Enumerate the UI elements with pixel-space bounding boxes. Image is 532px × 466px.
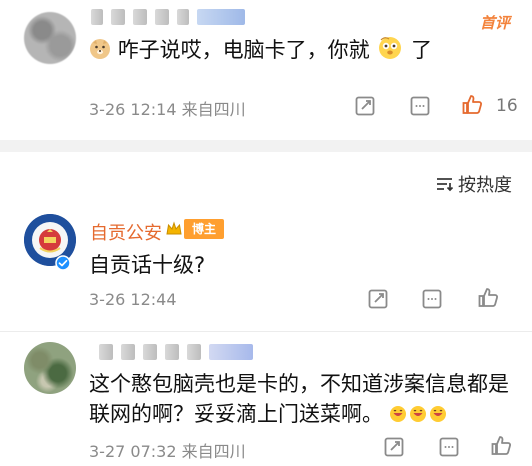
sort-button[interactable]: 按热度	[436, 171, 512, 197]
comment3-text-line2: 联网的啊？妥妥滴上门送菜啊。	[89, 402, 383, 426]
comment1-text-suffix: 了	[411, 38, 433, 62]
comment1-author-redacted	[91, 8, 245, 26]
comment1-text: 咋子说哎，电脑卡了，你就 了	[89, 34, 432, 70]
comment3-text-line2-wrap: 联网的啊？妥妥滴上门送菜啊。	[89, 399, 519, 429]
comment1-share-icon[interactable]	[354, 95, 376, 117]
comment1-meta: 3-26 12:14 来自四川	[89, 100, 246, 119]
comment2-share-icon[interactable]	[367, 288, 389, 310]
verified-icon	[55, 255, 71, 271]
crown-icon	[166, 221, 182, 235]
comment2-text: 自贡话十级?	[89, 253, 206, 277]
comment3-text-line1: 这个憨包脑壳也是卡的，不知道涉案信息都是	[89, 372, 509, 396]
thin-divider	[0, 331, 532, 332]
comment3-avatar[interactable]	[24, 342, 76, 394]
comment1-like-count: 16	[496, 96, 518, 116]
comment1-avatar[interactable]	[24, 12, 76, 64]
comment3-share-icon[interactable]	[383, 436, 405, 458]
comment3-author-redacted	[99, 343, 253, 361]
comment1-first-reply-tag: 首评	[479, 14, 510, 32]
sort-label: 按热度	[458, 175, 512, 196]
doge-emoji-icon	[89, 38, 111, 68]
comment2-like-icon[interactable]	[477, 286, 499, 308]
comment2-author[interactable]: 自贡公安	[90, 219, 162, 245]
comment3-like-icon[interactable]	[490, 434, 512, 456]
comment2-badge-label: 博主	[184, 219, 225, 239]
comment2-comment-icon[interactable]	[421, 288, 443, 310]
sort-icon	[437, 178, 454, 192]
comment1-comment-icon[interactable]	[409, 95, 431, 117]
comment3-text: 这个憨包脑壳也是卡的，不知道涉案信息都是 联网的啊？妥妥滴上门送菜啊。	[89, 369, 519, 429]
thinking-emoji-icon	[376, 34, 404, 70]
comment2-meta: 3-26 12:44	[89, 290, 177, 309]
comment2-badge: 博主	[164, 219, 225, 239]
section-divider	[0, 140, 532, 152]
comment1-like-icon[interactable]	[461, 93, 483, 115]
comment1-text-main: 咋子说哎，电脑卡了，你就	[117, 38, 370, 62]
comment-thread: 首评 咋子说哎，电脑卡了，你就 了 3-26 12:14 来自四川 16 按热度…	[0, 0, 532, 466]
laughing-emoji-icon	[389, 405, 447, 423]
comment3-meta: 3-27 07:32 来自四川	[89, 442, 246, 461]
comment3-comment-icon[interactable]	[438, 436, 460, 458]
